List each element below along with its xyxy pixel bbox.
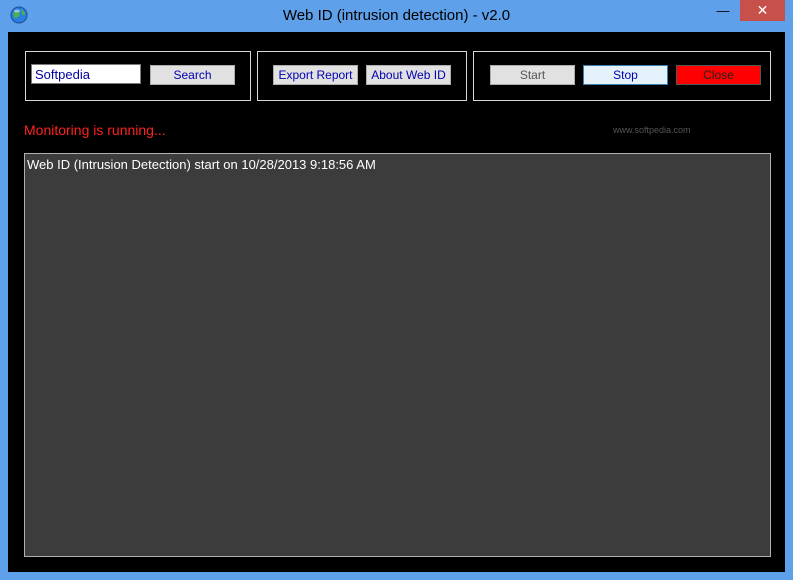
- log-box[interactable]: Web ID (Intrusion Detection) start on 10…: [24, 153, 771, 557]
- control-group: Start Stop Close: [473, 51, 771, 101]
- start-button[interactable]: Start: [490, 65, 575, 85]
- minimize-button[interactable]: —: [710, 0, 736, 21]
- status-text: Monitoring is running...: [24, 122, 166, 138]
- window-close-button[interactable]: ✕: [740, 0, 785, 21]
- app-window: Web ID (intrusion detection) - v2.0 — ✕ …: [0, 0, 793, 580]
- search-group: Search: [25, 51, 251, 101]
- watermark-text: www.softpedia.com: [613, 125, 691, 135]
- export-report-button[interactable]: Export Report: [273, 65, 358, 85]
- search-input[interactable]: [31, 64, 141, 84]
- search-button[interactable]: Search: [150, 65, 235, 85]
- log-line: Web ID (Intrusion Detection) start on 10…: [27, 157, 376, 172]
- report-group: Export Report About Web ID: [257, 51, 467, 101]
- about-button[interactable]: About Web ID: [366, 65, 451, 85]
- stop-button[interactable]: Stop: [583, 65, 668, 85]
- title-bar[interactable]: Web ID (intrusion detection) - v2.0 — ✕: [0, 0, 793, 32]
- window-title: Web ID (intrusion detection) - v2.0: [282, 7, 511, 24]
- close-button[interactable]: Close: [676, 65, 761, 85]
- client-area: Search Export Report About Web ID Start …: [8, 32, 785, 572]
